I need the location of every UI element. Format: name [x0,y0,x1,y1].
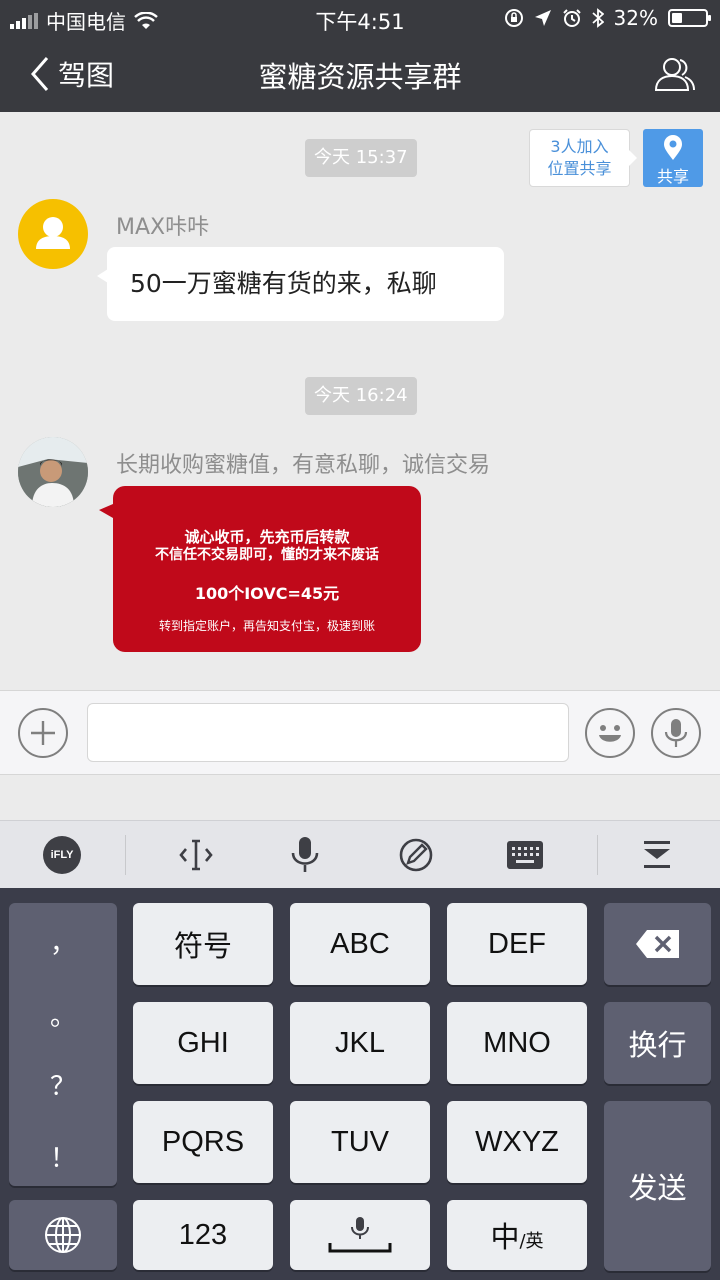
key-mno[interactable]: MNO [447,1002,587,1084]
sender-name: 长期收购蜜糖值，有意私聊，诚信交易 [116,453,491,478]
key-tuv[interactable]: TUV [290,1101,430,1183]
space-key[interactable] [290,1200,430,1270]
image-message[interactable]: 诚心收币，先充币后转款 不信任不交易即可，懂的才来不废话 100个IOVC=45… [99,486,421,652]
punctuation-column[interactable]: ， 。 ？ ！ [9,903,117,1186]
lang-sub-label: /英 [519,1231,544,1252]
key-def[interactable]: DEF [447,903,587,985]
input-bar [0,690,720,774]
language-switch-key[interactable]: 中/英 [447,1200,587,1270]
backspace-key[interactable] [604,903,711,985]
battery-level [672,13,683,23]
location-share-label: 共享 [656,167,689,186]
time-badge: 今天 15:37 [305,139,417,177]
lang-main-label: 中 [490,1220,520,1254]
avatar[interactable] [18,437,88,507]
image-text-line2: 不信任不交易即可，懂的才来不废话 [155,547,379,563]
nav-bar: 驾图 蜜糖资源共享群 [0,36,720,112]
alarm-icon [562,9,581,27]
plus-icon [31,721,55,745]
send-key[interactable]: 发送 [604,1101,711,1271]
pen-circle-icon [399,838,433,872]
microphone-icon [664,719,688,747]
chat-area[interactable]: 今天 15:37 3人加入 位置共享 共享 MAX咔咔 50一万蜜糖有货的来，私… [0,112,720,690]
smiley-icon [599,725,621,742]
text-cursor-icon [179,839,213,871]
page-title: 蜜糖资源共享群 [258,60,462,94]
handwriting-button[interactable] [396,835,436,875]
image-text-line4: 转到指定账户，再告知支付宝，极速到账 [158,619,375,633]
candidate-bar [0,774,720,820]
keyboard: ， 。 ？ ！ 符号 ABC DEF GHI JKL MNO 换行 PQRS T… [0,888,720,1280]
hide-keyboard-button[interactable] [637,835,677,875]
punct-period-key[interactable]: 。 [9,996,117,1033]
ifly-logo-button[interactable]: iFLY [43,836,81,874]
key-symbols[interactable]: 符号 [133,903,273,985]
default-avatar-icon [36,217,70,249]
voice-typing-button[interactable] [285,835,325,875]
key-abc[interactable]: ABC [290,903,430,985]
message-bubble[interactable]: 50一万蜜糖有货的来，私聊 [97,247,504,321]
voice-input-button[interactable] [651,708,701,758]
punct-question-key[interactable]: ？ [9,1066,117,1103]
collapse-down-icon [644,841,670,868]
punct-comma-key[interactable]: ， [9,923,117,960]
backspace-icon [635,930,679,958]
punct-exclaim-key[interactable]: ！ [9,1138,117,1175]
toolbar-divider [597,835,598,875]
status-bar: 中国电信 下午4:51 32% [0,0,720,36]
key-wxyz[interactable]: WXYZ [447,1101,587,1183]
toolbar-divider [125,835,126,875]
key-123[interactable]: 123 [133,1200,273,1270]
microphone-icon [291,837,319,872]
emoji-button[interactable] [585,708,635,758]
image-text-line3: 100个IOVC=45元 [194,584,340,603]
add-more-button[interactable] [18,708,68,758]
keyboard-icon [507,841,543,869]
sender-name: MAX咔咔 [116,215,210,240]
location-pin-icon [664,135,682,160]
location-tip-line2: 位置共享 [547,159,612,178]
globe-key[interactable] [9,1200,117,1270]
time-badge: 今天 16:24 [305,377,417,415]
user-photo-avatar [18,437,88,507]
space-mic-icon [328,1217,392,1253]
keyboard-switch-button[interactable] [505,835,545,875]
cursor-move-button[interactable] [176,835,216,875]
group-members-icon[interactable] [652,54,696,94]
battery-percent: 32% [613,6,658,30]
keyboard-toolbar: iFLY [0,820,720,888]
key-ghi[interactable]: GHI [133,1002,273,1084]
key-pqrs[interactable]: PQRS [133,1101,273,1183]
location-share-tip[interactable]: 3人加入 位置共享 [529,129,637,187]
key-jkl[interactable]: JKL [290,1002,430,1084]
globe-icon [45,1217,81,1253]
message-input[interactable] [87,703,569,762]
location-share-button[interactable]: 共享 [643,129,703,187]
bluetooth-icon [591,8,604,28]
battery-icon [668,9,711,27]
newline-key[interactable]: 换行 [604,1002,711,1084]
rotation-lock-icon [504,9,523,27]
location-arrow-icon [534,10,551,26]
location-tip-line1: 3人加入 [550,137,609,156]
avatar[interactable] [18,199,88,269]
